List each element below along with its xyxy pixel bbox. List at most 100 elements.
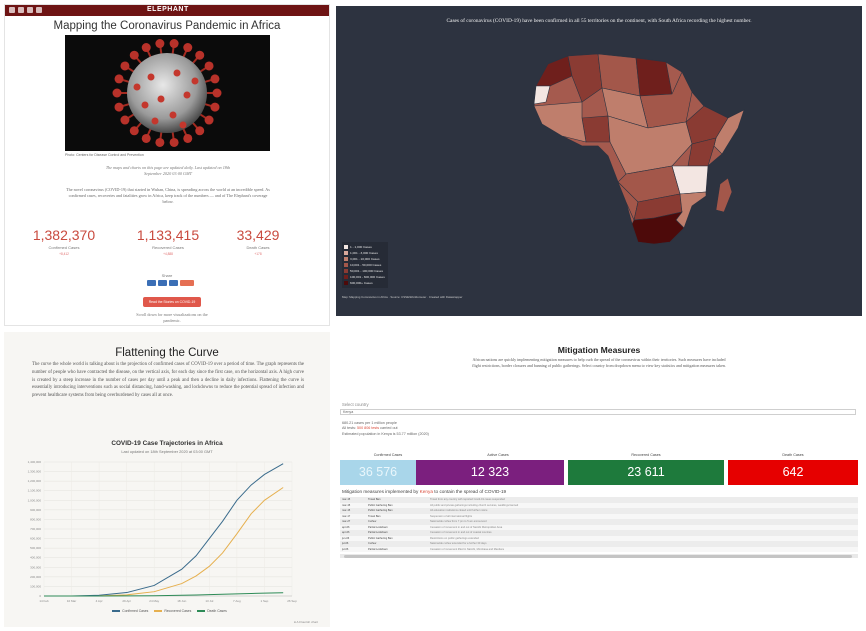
coronavirus-illustration xyxy=(65,35,270,151)
share-more-button[interactable] xyxy=(180,280,194,286)
virus-surface-protein xyxy=(147,73,155,81)
mitigation-intro: African nations are quickly implementing… xyxy=(472,357,726,368)
africa-map[interactable] xyxy=(336,6,862,316)
virus-spike-head xyxy=(141,43,151,53)
map-footer: Map: Mapping Coronavirus in Africa · Sou… xyxy=(342,295,463,299)
legend-swatch xyxy=(344,281,348,285)
deaths-stat: 33,429 Death Cases +178 xyxy=(213,227,303,256)
virus-surface-protein xyxy=(179,121,187,129)
legend-swatch xyxy=(344,275,348,279)
map-legend: 1 - 1,000 Cases 1,001 - 3,000 Cases 3,00… xyxy=(342,242,388,288)
nigeria-region xyxy=(581,115,611,143)
measure-detail: Restrictions on public gatherings extend… xyxy=(430,536,479,540)
virus-spike-head xyxy=(169,39,179,49)
site-logo[interactable]: ELEPHANT xyxy=(147,6,189,13)
y-tick-label: 700,000 xyxy=(30,527,41,531)
legend-item: 600,000+ Cases xyxy=(344,280,386,286)
virus-spike-head xyxy=(204,115,214,125)
measure-detail: All education institutions closed until … xyxy=(430,509,488,513)
virus-spike-head xyxy=(155,137,165,147)
y-tick-label: 1,200,000 xyxy=(28,479,42,483)
legend-label: 100,001 - 600,000 Cases xyxy=(350,275,385,279)
virus-spike-head xyxy=(204,61,214,71)
measure-detail: Travel from any country with reported Co… xyxy=(430,498,505,502)
virus-surface-protein xyxy=(141,101,149,109)
y-tick-label: 600,000 xyxy=(30,537,41,541)
x-tick-label: 1 Sep xyxy=(261,599,269,603)
virus-spike-head xyxy=(120,61,130,71)
x-tick-label: 14 Feb xyxy=(39,599,49,603)
measure-date: jul-06 xyxy=(342,547,349,551)
x-tick-label: 7 Aug xyxy=(233,599,241,603)
legend-line-confirmed xyxy=(112,610,121,612)
measure-type: Curfew xyxy=(368,520,377,524)
virus-spike-head xyxy=(155,39,165,49)
read-stories-button[interactable]: Read the Stories on COVID-19 xyxy=(143,297,201,307)
instagram-icon[interactable] xyxy=(27,7,33,13)
measure-date: mar-15 xyxy=(342,503,351,507)
legend-label: 1 - 1,000 Cases xyxy=(350,245,372,249)
legend-recovered: Recovered Cases xyxy=(164,609,192,613)
measure-type: Public Gathering Ban xyxy=(368,536,393,540)
virus-surface-protein xyxy=(169,111,177,119)
legend-line-recovered xyxy=(154,610,163,612)
virus-spike-head xyxy=(169,137,179,147)
mitigation-panel: Mitigation Measures African nations are … xyxy=(336,332,862,627)
measure-date: mar-27 xyxy=(342,520,351,524)
x-tick-label: 29 Apr xyxy=(122,599,131,603)
share-linkedin-button[interactable] xyxy=(169,280,178,286)
madagascar-region xyxy=(715,177,733,213)
x-tick-label: 18 Jun xyxy=(177,599,186,603)
country-info: 680.21 cases per 1 million people All te… xyxy=(342,421,429,437)
horizontal-scrollbar[interactable] xyxy=(340,554,858,558)
section-title: Flattening the Curve xyxy=(115,347,219,359)
virus-spike-head xyxy=(183,133,193,143)
x-tick-label: 13 Jul xyxy=(205,599,213,603)
measure-detail: Cessation of movement lifted in Nairobi,… xyxy=(430,547,504,551)
updated-note: The maps and charts on this page are upd… xyxy=(105,165,231,176)
country-select[interactable]: Kenya xyxy=(340,409,856,415)
y-tick-label: 1,400,000 xyxy=(28,460,42,464)
deaths-label: Death Cases xyxy=(246,245,270,250)
legend-label: 600,000+ Cases xyxy=(350,281,373,285)
intro-text: The novel coronavirus (COVID-19) that st… xyxy=(66,187,270,204)
youtube-icon[interactable] xyxy=(36,7,42,13)
chart-title: COVID-19 Case Trajectories in Africa xyxy=(111,440,223,447)
legend-swatch xyxy=(344,257,348,261)
y-tick-label: 200,000 xyxy=(30,575,41,579)
deaths-value: 33,429 xyxy=(236,227,280,243)
virus-surface-protein xyxy=(133,83,141,91)
death-cases-box: 642 xyxy=(728,460,858,485)
tests-value: 500 806 tests xyxy=(356,426,380,431)
measure-type: Partial Lockdown xyxy=(368,547,388,551)
country-select-label: Select country xyxy=(342,402,369,407)
elephant-page-panel: ELEPHANT Mapping the Coronavirus Pandemi… xyxy=(4,4,330,326)
facebook-icon[interactable] xyxy=(9,7,15,13)
photo-caption: Photo: Centers for Disease Control and P… xyxy=(65,153,144,157)
virus-spike-head xyxy=(212,88,222,98)
confirmed-stat: 1,382,370 Confirmed Cases +8,412 xyxy=(19,227,109,256)
measure-row: jul-06 Partial Lockdown Cessation of movem… xyxy=(340,546,858,552)
scrollbar-thumb[interactable] xyxy=(344,554,852,558)
measure-type: Public Gathering Ban xyxy=(368,509,393,513)
confirmed-cases-box: 36 576 xyxy=(340,460,416,485)
virus-surface-protein xyxy=(157,95,165,103)
twitter-icon[interactable] xyxy=(18,7,24,13)
recovered-value: 1,133,415 xyxy=(136,227,200,243)
virus-surface-protein xyxy=(191,77,199,85)
legend-label: 10,001 - 50,000 Cases xyxy=(350,263,382,267)
y-tick-label: 1,000,000 xyxy=(28,498,42,502)
legend-swatch xyxy=(344,245,348,249)
trajectory-chart[interactable]: 0 100,000 200,000 300,000 400,000 500,000 600,… xyxy=(4,456,330,608)
virus-spike-head xyxy=(114,74,124,84)
share-twitter-button[interactable] xyxy=(158,280,167,286)
flourish-credit[interactable]: ● A Flourish chart xyxy=(294,620,318,624)
virus-spike-head xyxy=(114,102,124,112)
mitigation-subtitle: Mitigation measures implemented by Kenya… xyxy=(342,489,507,494)
active-box-label: Active Cases xyxy=(487,453,509,457)
measure-type: Curfew xyxy=(368,542,377,546)
y-tick-label: 1,100,000 xyxy=(28,489,42,493)
share-facebook-button[interactable] xyxy=(147,280,156,286)
active-cases-box: 12 323 xyxy=(416,460,564,485)
virus-spike-head xyxy=(210,102,220,112)
